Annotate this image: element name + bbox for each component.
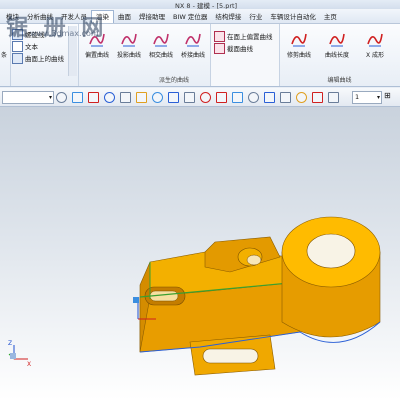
button-label: 修剪曲线 <box>286 52 311 59</box>
triad-z-label: Z <box>8 340 12 347</box>
intersect-curve-button[interactable]: 相交曲线 <box>145 30 177 59</box>
watermark-url: www.3dmax.com <box>30 29 99 38</box>
edit-curves-group: 修剪曲线 曲线长度 X 成形 编辑曲线 <box>279 24 400 86</box>
title-bar: NX 8 - 建模 - [5.prt] <box>0 0 400 10</box>
x-form-button[interactable]: X 成形 <box>359 30 391 59</box>
button-label: 偏置曲线 <box>84 52 109 59</box>
graphics-viewport[interactable]: X Z <box>0 107 400 400</box>
circle-icon[interactable] <box>232 92 243 103</box>
tab-8[interactable]: 行业 <box>245 11 266 21</box>
derived-list-item-0[interactable]: 在面上偏置曲线 <box>214 30 273 42</box>
derived-list-item-1[interactable]: 截面曲线 <box>214 42 273 54</box>
tab-6[interactable]: BIW 定位器 <box>169 11 211 21</box>
project-curve-button[interactable]: 投影曲线 <box>113 30 145 59</box>
small-item-2[interactable]: 曲面上的曲线 <box>12 52 64 64</box>
derived-list-label: 在面上偏置曲线 <box>227 33 273 41</box>
derived-list-box: 在面上偏置曲线 截面曲线 <box>210 24 280 86</box>
button-label: 投影曲线 <box>116 52 141 59</box>
text-icon <box>12 40 23 52</box>
point-icon[interactable] <box>216 92 227 103</box>
curve-length-button[interactable]: 曲线长度 <box>321 30 353 59</box>
ribbon-left-label: 条 <box>1 52 8 59</box>
intersect-curve-icon <box>152 30 170 48</box>
slash-icon[interactable] <box>280 92 291 103</box>
button-label: 相交曲线 <box>148 52 173 59</box>
button-label: X 成形 <box>365 52 385 59</box>
derived-list-label: 截面曲线 <box>227 45 253 53</box>
center-icon[interactable] <box>248 92 259 103</box>
settings-icon[interactable] <box>328 92 339 103</box>
tab-4[interactable]: 曲面 <box>114 11 135 21</box>
cube-icon[interactable] <box>136 92 147 103</box>
bridge-curve-button[interactable]: 桥接曲线 <box>177 30 209 59</box>
redo-icon[interactable] <box>120 92 131 103</box>
view-icon[interactable] <box>152 92 163 103</box>
trim-curve-button[interactable]: 修剪曲线 <box>283 30 315 59</box>
filter-icon[interactable] <box>72 92 83 103</box>
triad-x-label: X <box>27 361 31 368</box>
chevron-down-icon: ▾ <box>48 94 52 101</box>
trim-curve-icon <box>290 30 308 48</box>
chevron-down-icon: ▾ <box>376 94 380 101</box>
undo-icon[interactable] <box>104 92 115 103</box>
grid-icon[interactable] <box>296 92 307 103</box>
star-icon[interactable] <box>312 92 323 103</box>
line-icon[interactable] <box>184 92 195 103</box>
tab-10[interactable]: 主页 <box>320 11 341 21</box>
button-label: 曲线长度 <box>324 52 349 59</box>
part-model <box>139 216 381 376</box>
curve-length-icon <box>328 30 346 48</box>
arrow-icon[interactable] <box>168 92 179 103</box>
section-curve-icon <box>214 42 225 54</box>
small-item-label: 文本 <box>25 43 38 51</box>
curve-on-surface-icon <box>12 52 23 64</box>
tab-5[interactable]: 焊接助理 <box>135 11 169 21</box>
project-curve-icon <box>120 30 138 48</box>
more-icon[interactable]: ⊞ <box>384 91 391 100</box>
snap-icon[interactable] <box>56 92 67 103</box>
button-label: 桥接曲线 <box>180 52 205 59</box>
selection-toolbar: ▾ 1 ▾ ⊞ <box>0 88 400 107</box>
tab-9[interactable]: 车辆设计自动化 <box>266 11 320 21</box>
model-canvas[interactable]: X Z <box>0 107 400 400</box>
view-triad: X Z <box>8 340 31 368</box>
count-combo[interactable]: 1 ▾ <box>352 91 382 104</box>
tab-7[interactable]: 结构焊接 <box>211 11 245 21</box>
arc-icon[interactable] <box>200 92 211 103</box>
cross-icon[interactable] <box>264 92 275 103</box>
bridge-curve-icon <box>184 30 202 48</box>
type-filter-combo[interactable]: ▾ <box>2 91 54 104</box>
small-item-label: 曲面上的曲线 <box>25 55 64 63</box>
select-icon[interactable] <box>88 92 99 103</box>
edit-group-label: 编辑曲线 <box>327 77 352 84</box>
count-value: 1 <box>355 93 360 101</box>
offset-on-face-icon <box>214 30 225 42</box>
x-form-icon <box>366 30 384 48</box>
